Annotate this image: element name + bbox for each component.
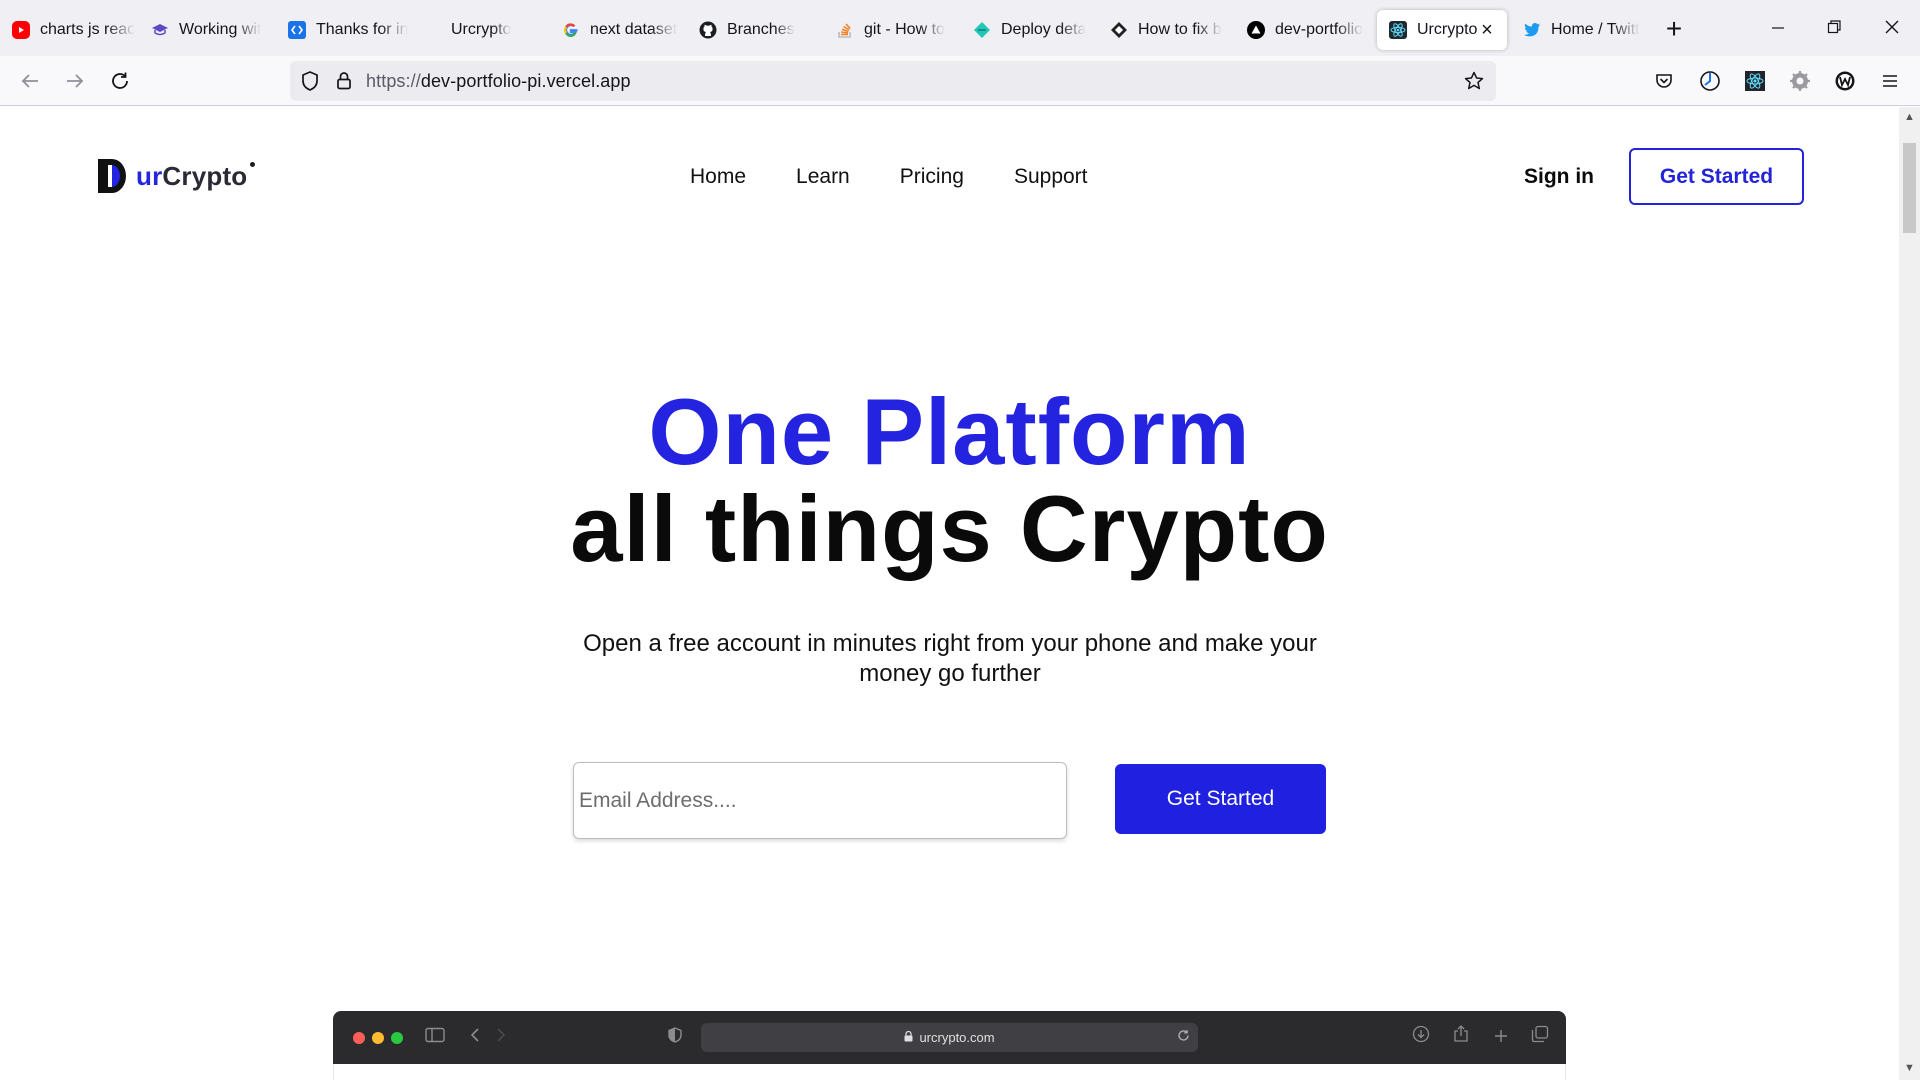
url-host: dev-portfolio-pi.vercel.app: [420, 71, 631, 91]
timer-extension-icon[interactable]: [1696, 67, 1724, 95]
tab-twitter[interactable]: Home / Twitt: [1511, 10, 1647, 50]
hero-subtitle: Open a free account in minutes right fro…: [583, 630, 1317, 687]
reload-icon[interactable]: [106, 67, 134, 95]
url-scheme: https://: [366, 71, 421, 91]
logo-dot: [250, 161, 256, 167]
scroll-up-arrow-icon[interactable]: ▲: [1903, 111, 1916, 124]
logo-prefix: ur: [136, 160, 163, 191]
tab-google[interactable]: next dataset: [550, 10, 686, 50]
get-started-header-button[interactable]: Get Started: [1629, 148, 1804, 205]
tab-stackoverflow[interactable]: git - How to: [824, 10, 960, 50]
mock-forward-icon: [489, 1025, 513, 1049]
sign-in-link[interactable]: Sign in: [1524, 165, 1594, 189]
page-viewport: urCrypto Home Learn Pricing Support Sign…: [0, 107, 1899, 1080]
react-devtools-icon[interactable]: [1741, 67, 1769, 95]
browser-toolbar: https://dev-portfolio-pi.vercel.app: [0, 56, 1920, 106]
hamburger-menu-icon[interactable]: [1876, 67, 1904, 95]
email-input[interactable]: [573, 762, 1067, 839]
close-window-icon[interactable]: [1872, 14, 1912, 42]
stackoverflow-icon: [836, 21, 854, 39]
tab-title: Thanks for in: [316, 21, 409, 38]
vertical-scrollbar[interactable]: ▲ ▼: [1899, 107, 1920, 1080]
tab-title: next dataset: [590, 21, 678, 38]
tab-title: Urcrypto: [1417, 21, 1478, 38]
tab-title: Branches: [727, 21, 795, 38]
tab-youtube[interactable]: charts js reac: [0, 10, 136, 50]
google-icon: [562, 21, 580, 39]
main-nav: Home Learn Pricing Support: [690, 165, 1088, 189]
tab-title: dev-portfolio: [1275, 21, 1364, 38]
tab-title: git - How to: [864, 21, 945, 38]
pocket-icon[interactable]: [1650, 67, 1678, 95]
url-text[interactable]: https://dev-portfolio-pi.vercel.app: [366, 71, 631, 92]
tab-github[interactable]: Branches: [687, 10, 823, 50]
bookmark-star-icon[interactable]: [1460, 67, 1488, 95]
youtube-icon: [12, 21, 30, 39]
lock-icon[interactable]: [330, 67, 358, 95]
wappalyzer-icon[interactable]: [1831, 67, 1859, 95]
preview-bottom-edge: [333, 1064, 1566, 1080]
mock-download-icon: [1409, 1025, 1433, 1049]
gear-extension-icon[interactable]: [1786, 67, 1814, 95]
tab-title: Working wit: [179, 21, 262, 38]
scroll-thumb[interactable]: [1903, 143, 1916, 233]
get-started-button[interactable]: Get Started: [1115, 764, 1326, 834]
mock-tabs-overview-icon: [1528, 1025, 1552, 1049]
tab-title: Home / Twitt: [1551, 21, 1640, 38]
tab-thanks-for[interactable]: Thanks for in: [276, 10, 412, 50]
tab-title: charts js reac: [40, 21, 136, 38]
nav-link-pricing[interactable]: Pricing: [900, 165, 964, 189]
close-tab-icon[interactable]: ×: [1477, 20, 1497, 40]
nav-link-learn[interactable]: Learn: [796, 165, 850, 189]
graduation-cap-icon: [151, 21, 169, 39]
site-logo[interactable]: urCrypto: [98, 159, 256, 193]
mock-url-text: urcrypto.com: [919, 1030, 995, 1045]
mock-lock-icon: [904, 1030, 916, 1045]
tracking-shield-icon[interactable]: [296, 67, 324, 95]
restore-icon[interactable]: [1814, 14, 1854, 42]
mock-share-icon: [1449, 1025, 1473, 1049]
logo-text: urCrypto: [136, 161, 247, 192]
back-icon[interactable]: [16, 67, 44, 95]
diamond-icon: [1110, 21, 1128, 39]
nav-link-support[interactable]: Support: [1014, 165, 1088, 189]
tab-strip: charts js reac Working wit Thanks for in…: [0, 0, 1920, 56]
sidebar-icon: [423, 1025, 447, 1049]
mock-reload-icon: [1177, 1023, 1190, 1052]
nav-link-home[interactable]: Home: [690, 165, 746, 189]
tab-title: Deploy deta: [1001, 21, 1087, 38]
tab-netlify[interactable]: Deploy deta: [961, 10, 1097, 50]
address-bar[interactable]: https://dev-portfolio-pi.vercel.app: [290, 61, 1496, 101]
forward-icon[interactable]: [61, 67, 89, 95]
code-brackets-icon: [288, 21, 306, 39]
hero-headline-line1: One Platform: [648, 379, 1251, 484]
urcrypto-logo-icon: [98, 159, 126, 193]
logo-suffix: Crypto: [162, 160, 248, 191]
mock-address-bar: urcrypto.com: [701, 1023, 1198, 1052]
tab-title: How to fix b: [1138, 21, 1222, 38]
vercel-icon: [1247, 21, 1265, 39]
github-icon: [699, 21, 717, 39]
react-icon: [1389, 21, 1407, 39]
mock-shield-icon: [663, 1025, 687, 1049]
new-tab-icon[interactable]: +: [1658, 14, 1690, 46]
zoom-dot: [391, 1032, 403, 1044]
tab-dev-portfolio[interactable]: dev-portfolio: [1235, 10, 1371, 50]
twitter-icon: [1523, 21, 1541, 39]
scroll-down-arrow-icon[interactable]: ▼: [1903, 1062, 1916, 1075]
close-dot: [353, 1032, 365, 1044]
minimize-dot: [372, 1032, 384, 1044]
tab-working-with[interactable]: Working wit: [139, 10, 275, 50]
mock-new-tab-icon: [1489, 1025, 1513, 1049]
hero-headline-line2: all things Crypto: [570, 476, 1329, 581]
tab-urcrypto-active[interactable]: Urcrypto ×: [1377, 10, 1507, 50]
tab-urcrypto[interactable]: Urcrypto: [413, 10, 549, 50]
netlify-icon: [973, 21, 991, 39]
tab-how-to-fix[interactable]: How to fix b: [1098, 10, 1234, 50]
mock-back-icon: [463, 1025, 487, 1049]
tab-title: Urcrypto: [451, 21, 512, 38]
minimize-icon[interactable]: [1758, 14, 1798, 42]
